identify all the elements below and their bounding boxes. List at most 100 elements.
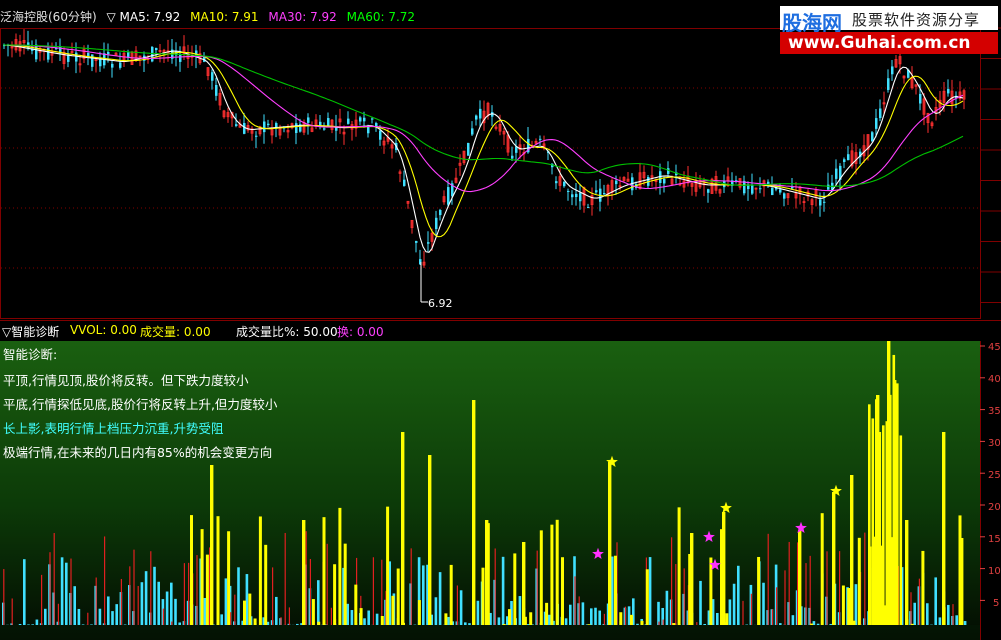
volume-bar-cyan bbox=[791, 615, 795, 625]
indicator-title[interactable]: ▽智能诊断 bbox=[2, 323, 59, 340]
volume-bar-red bbox=[603, 613, 605, 625]
volume-bar-red bbox=[662, 619, 664, 625]
candle-body bbox=[363, 117, 366, 122]
volume-bar-red bbox=[230, 612, 232, 625]
logo-banner-bottom: www.Guhai.com.cn bbox=[780, 32, 998, 54]
volume-bar-cyan bbox=[590, 608, 593, 625]
volume-bar-cyan bbox=[60, 557, 64, 625]
candle-body bbox=[235, 124, 238, 126]
volume-bar-cyan bbox=[375, 613, 379, 625]
signal-bar-tall bbox=[401, 432, 405, 625]
candle-body bbox=[471, 128, 474, 135]
signal-bar-cluster bbox=[878, 431, 882, 625]
volume-bar-red bbox=[11, 598, 13, 625]
candle-body bbox=[707, 189, 710, 193]
signal-bar bbox=[508, 609, 511, 625]
candle-body bbox=[111, 63, 114, 68]
signal-bar bbox=[513, 553, 517, 625]
signal-bar bbox=[847, 587, 851, 625]
volume-bar-cyan bbox=[963, 621, 967, 625]
volume-bar-cyan bbox=[913, 602, 916, 625]
volume-bar-cyan bbox=[107, 596, 110, 625]
volume-bar-cyan bbox=[657, 601, 660, 625]
volume-bar-cyan bbox=[947, 604, 950, 625]
candle-body bbox=[835, 168, 838, 179]
signal-bar-tall bbox=[960, 538, 964, 625]
volume-bar-cyan bbox=[115, 604, 118, 625]
volume-bar-red bbox=[150, 551, 152, 625]
volume-bar-cyan bbox=[665, 590, 669, 625]
candle-body bbox=[415, 240, 418, 243]
candle-body bbox=[759, 188, 762, 190]
signal-bar bbox=[725, 613, 729, 625]
signal-bar bbox=[227, 531, 231, 625]
signal-bar-tall bbox=[850, 475, 854, 625]
volume-bar-cyan bbox=[18, 624, 22, 625]
volume-bar-cyan bbox=[224, 578, 228, 625]
volume-bar-cyan bbox=[703, 624, 706, 625]
volume-bar-cyan bbox=[140, 582, 144, 625]
y-tick: 30 bbox=[988, 438, 1001, 449]
volume-bar-cyan bbox=[829, 623, 832, 625]
volume-bar-red bbox=[671, 537, 673, 625]
volume-bar-cyan bbox=[564, 618, 568, 625]
stock-title[interactable]: 泛海控股(60分钟) bbox=[0, 10, 97, 24]
signal-bar bbox=[921, 550, 925, 625]
candle-body bbox=[871, 132, 874, 142]
volume-bar-red bbox=[910, 592, 912, 625]
candle-body bbox=[307, 117, 310, 123]
ma60-readout: MA60: 7.72 bbox=[346, 10, 416, 24]
volume-bar-cyan bbox=[153, 566, 156, 625]
candle-body bbox=[847, 154, 850, 161]
signal-bar bbox=[396, 568, 400, 625]
signal-bar bbox=[587, 624, 591, 625]
ma10-line bbox=[3, 44, 964, 238]
volume-bar-red bbox=[658, 621, 660, 625]
signal-bar bbox=[258, 516, 262, 625]
lower-panel-header: ▽智能诊断 VVOL: 0.00 成交量: 0.00 成交量比%: 50.00 … bbox=[0, 320, 1001, 341]
ma30-readout: MA30: 7.92 bbox=[268, 10, 337, 24]
panel-floor bbox=[0, 625, 980, 640]
candle-body bbox=[475, 115, 478, 120]
candle-body bbox=[243, 123, 246, 134]
signal-bar bbox=[555, 519, 559, 625]
volume-bar-cyan bbox=[422, 565, 425, 625]
volume-ratio-readout: 成交量比%: 50.00 bbox=[236, 325, 338, 339]
site-logo: 股海网 股票软件资源分享 www.Guhai.com.cn bbox=[780, 6, 998, 54]
volume-bar-red bbox=[410, 548, 412, 625]
volume-bar-red bbox=[133, 549, 135, 625]
signal-bar bbox=[672, 623, 676, 625]
signal-bar bbox=[640, 620, 644, 625]
signal-bar bbox=[629, 614, 633, 625]
volume-readout: 成交量: 0.00 bbox=[140, 325, 211, 339]
volume-bar-cyan bbox=[501, 556, 505, 625]
volume-bar-cyan bbox=[569, 604, 572, 625]
signal-bar bbox=[709, 557, 713, 625]
volume-bar-red bbox=[188, 562, 190, 625]
signal-bar bbox=[386, 506, 390, 625]
volume-bar-cyan bbox=[77, 608, 81, 625]
signal-bar-tall bbox=[832, 492, 836, 625]
signal-bar bbox=[545, 602, 549, 625]
volume-bar-cyan bbox=[73, 586, 76, 625]
volume-bar-cyan bbox=[350, 610, 354, 625]
y-tick: 25 bbox=[988, 470, 1001, 481]
signal-bar bbox=[253, 618, 257, 625]
signal-bar-cluster bbox=[892, 354, 896, 625]
volume-bar-red bbox=[839, 551, 841, 625]
signal-bar bbox=[444, 613, 448, 625]
candle-body bbox=[215, 84, 218, 96]
candle-body bbox=[35, 44, 38, 60]
y-tick: 5 bbox=[993, 598, 1000, 609]
signal-bar bbox=[338, 507, 342, 625]
signal-bar-tall bbox=[428, 455, 432, 625]
candle-body bbox=[403, 179, 406, 186]
volume-bar-red bbox=[784, 570, 786, 625]
y-tick: 20 bbox=[988, 502, 1001, 513]
chart-window: 泛海控股(60分钟) ▽ MA5: 7.92 MA10: 7.91 MA30: … bbox=[0, 0, 1001, 640]
signal-bar bbox=[529, 612, 533, 625]
signal-bar-tall bbox=[210, 465, 214, 625]
candle-body bbox=[435, 217, 438, 230]
volume-bar-red bbox=[104, 536, 106, 625]
volume-bar-cyan bbox=[165, 591, 169, 625]
